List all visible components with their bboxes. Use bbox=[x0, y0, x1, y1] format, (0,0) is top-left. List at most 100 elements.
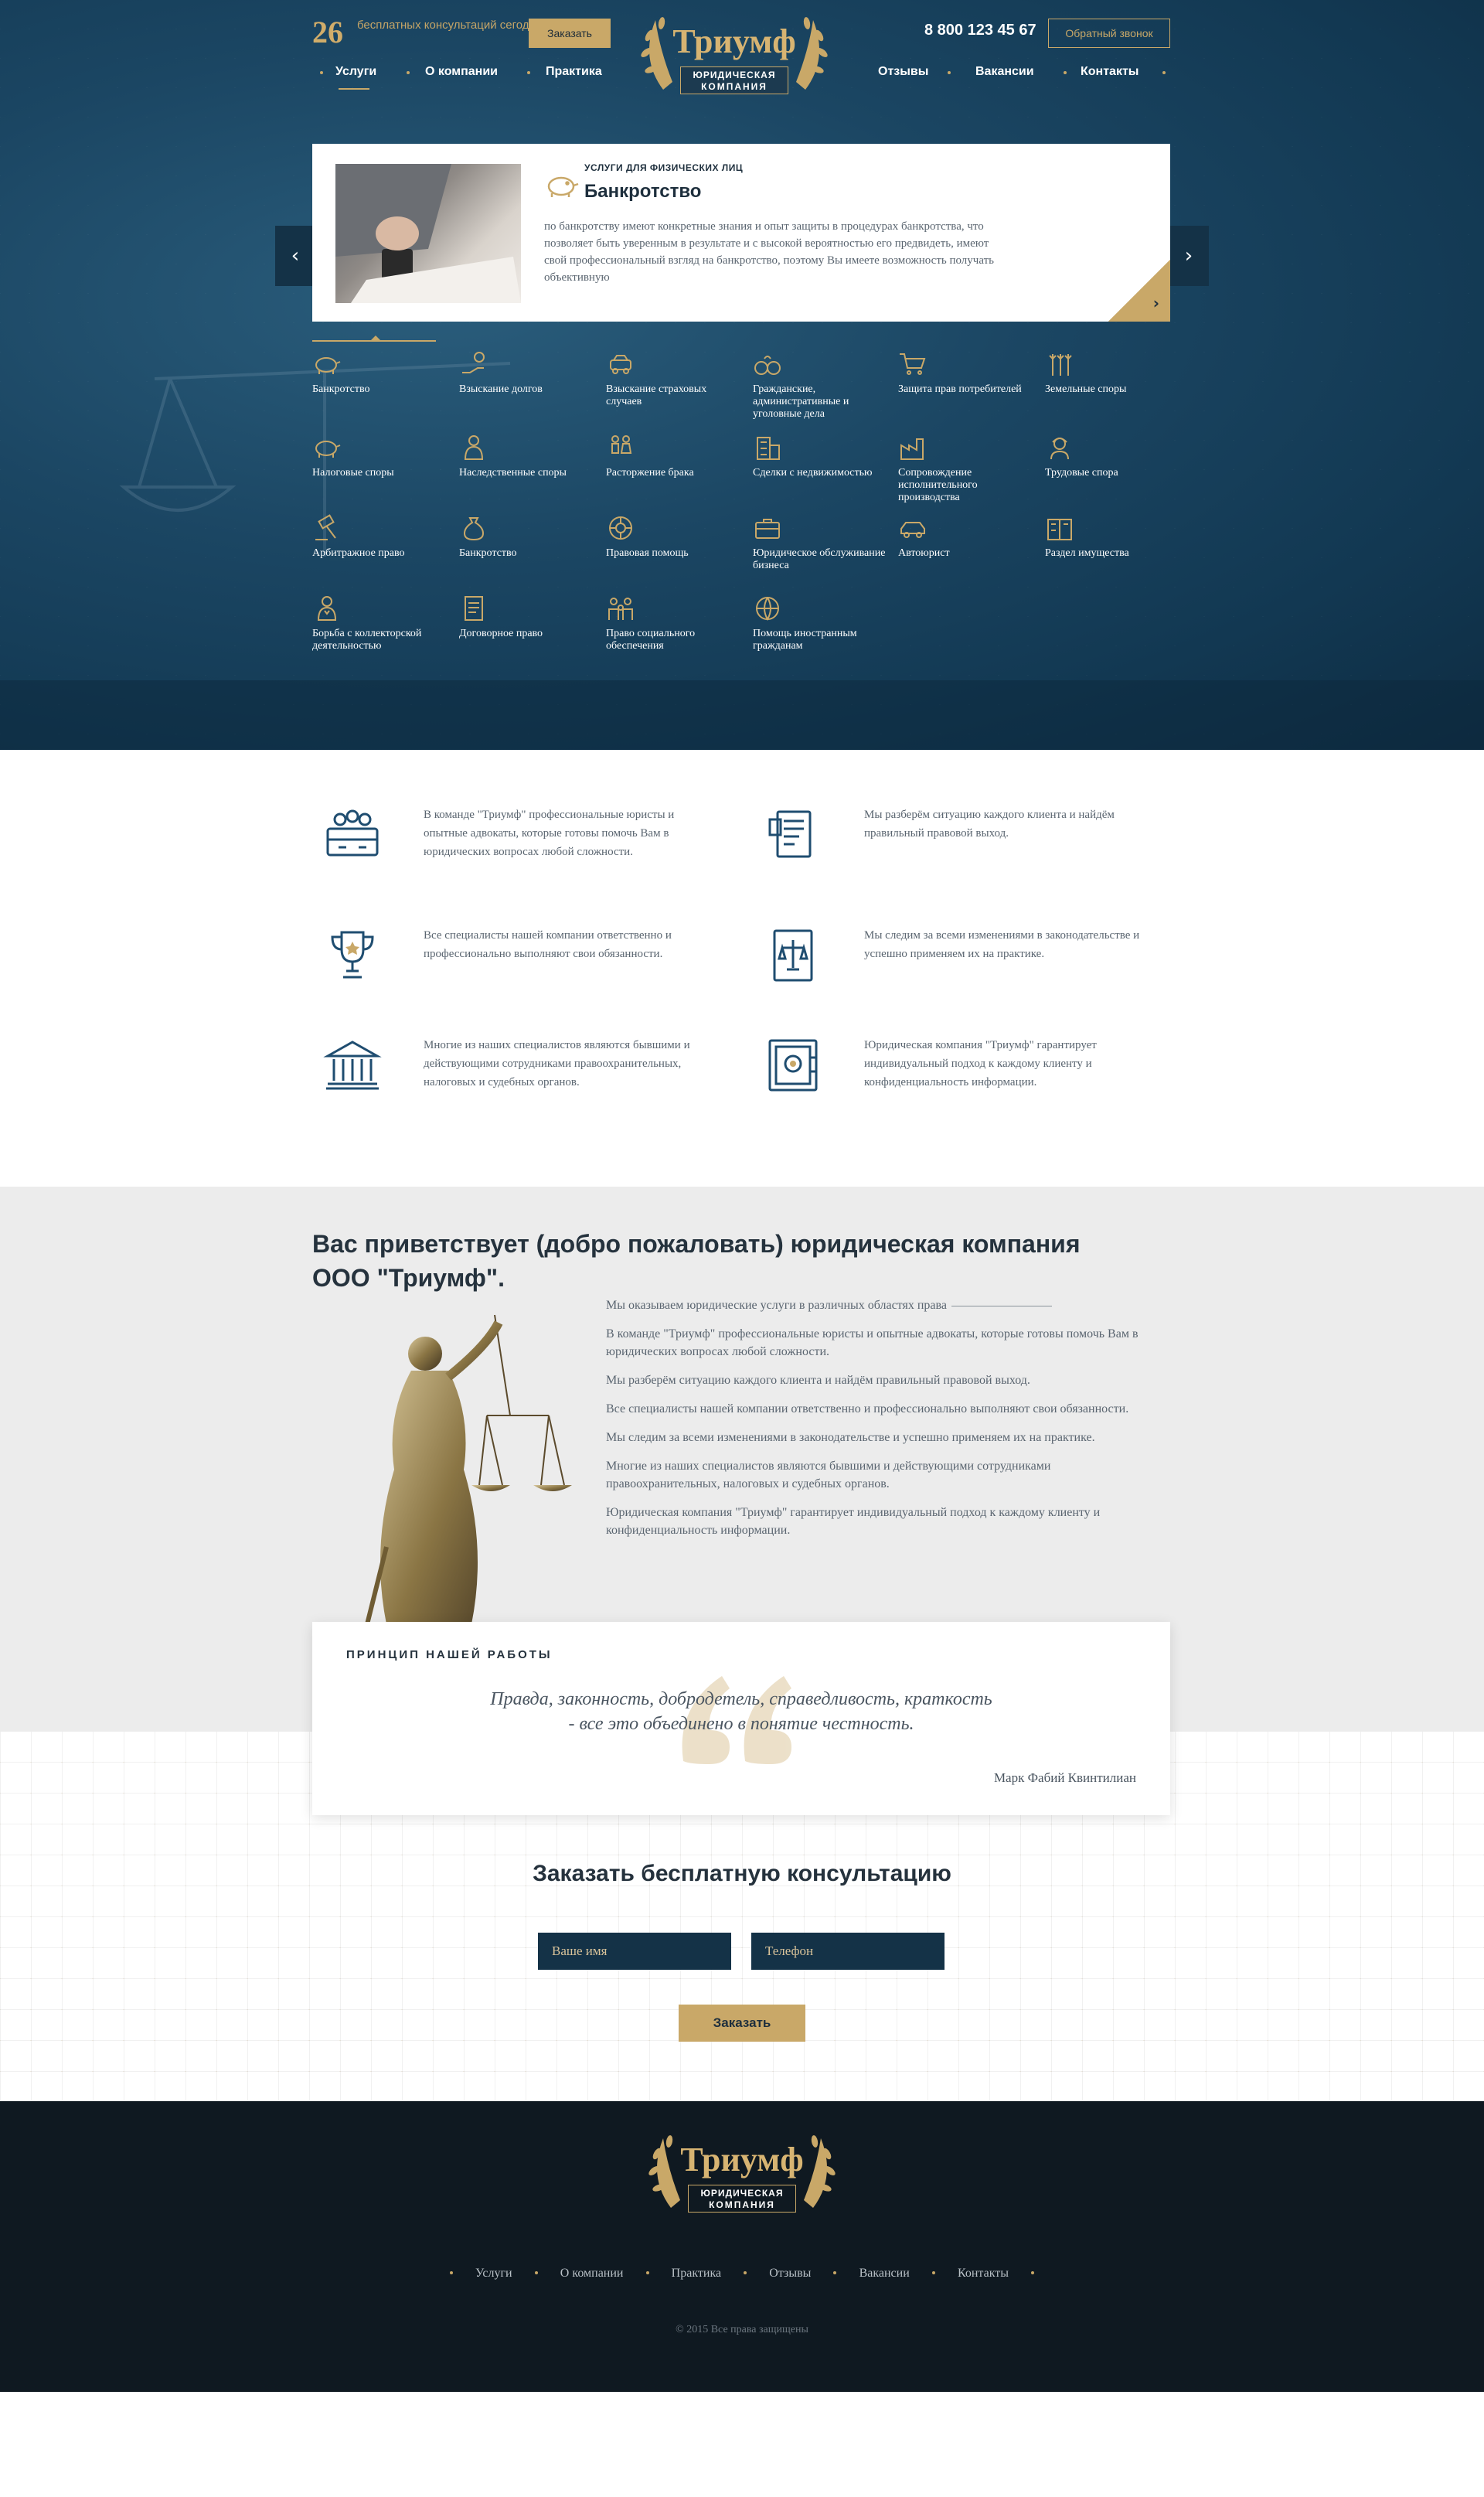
house-split-icon bbox=[1047, 519, 1072, 540]
feature-text: Юридическая компания "Триумф" гарантируе… bbox=[864, 1039, 1097, 1088]
consultations-counter-label: бесплатных консультаций сегодня bbox=[357, 19, 542, 32]
piggy-bank-icon bbox=[315, 357, 341, 374]
service-item[interactable]: Юридическое обслуживание бизнеса bbox=[753, 513, 888, 572]
piggy-bank-icon bbox=[315, 441, 341, 458]
service-label: Земельные споры bbox=[1045, 383, 1127, 395]
about-paragraph: Мы оказываем юридические услуги в различ… bbox=[606, 1296, 1162, 1314]
service-item[interactable]: Расторжение брака bbox=[606, 433, 741, 479]
service-label: Договорное право bbox=[459, 628, 543, 639]
service-item[interactable]: Право социального обеспечения bbox=[606, 594, 741, 652]
briefcase-icon bbox=[755, 519, 780, 539]
footer-nav-item-practice[interactable]: Практика bbox=[672, 2267, 721, 2281]
consultations-counter: 26 bbox=[312, 15, 343, 49]
about-paragraph: Юридическая компания "Триумф" гарантируе… bbox=[606, 1506, 1101, 1537]
handcuffs-icon bbox=[754, 356, 781, 375]
service-item[interactable]: Трудовые спора bbox=[1045, 433, 1180, 479]
nav-separator bbox=[1064, 71, 1067, 74]
service-item[interactable]: Защита прав потребителей bbox=[898, 349, 1033, 396]
submit-button[interactable]: Заказать bbox=[679, 2005, 805, 2042]
gavel-icon bbox=[315, 514, 336, 540]
footer-logo-subtitle-1: юридическая bbox=[700, 2188, 784, 2199]
service-item[interactable]: Помощь иностранным гражданам bbox=[753, 594, 888, 652]
lifebuoy-icon bbox=[609, 516, 632, 540]
service-label: Расторжение брака bbox=[606, 467, 694, 479]
service-label: Правовая помощь bbox=[606, 547, 689, 559]
service-label: Банкротство bbox=[312, 383, 370, 395]
footer-nav-item-vacancies[interactable]: Вакансии bbox=[859, 2267, 910, 2281]
about-title: Вас приветствует (добро пожаловать) юрид… bbox=[312, 1230, 1081, 1292]
nav-item-services[interactable]: Услуги bbox=[335, 65, 376, 79]
money-bag-icon bbox=[463, 517, 485, 541]
service-item[interactable]: Налоговые споры bbox=[312, 433, 448, 479]
logo[interactable]: Триумф юридическая компания bbox=[632, 5, 836, 104]
slide-more-button[interactable]: › bbox=[1108, 260, 1170, 322]
order-button[interactable]: Заказать bbox=[529, 19, 611, 48]
service-label: Наследственные споры bbox=[459, 467, 567, 479]
service-label: Взыскание долгов bbox=[459, 383, 543, 395]
service-item[interactable]: Наследственные споры bbox=[459, 433, 594, 479]
quote-text: Правда, законность, добродетель, справед… bbox=[490, 1689, 992, 1734]
name-input[interactable] bbox=[538, 1933, 731, 1970]
service-item[interactable]: Взыскание долгов bbox=[459, 349, 594, 396]
service-item[interactable]: Раздел имущества bbox=[1045, 513, 1180, 560]
trophy-icon bbox=[331, 931, 374, 979]
slide-category: УСЛУГИ ДЛЯ ФИЗИЧЕСКИХ ЛИЦ bbox=[584, 162, 744, 173]
service-item[interactable]: Сопровождение исполнительного производст… bbox=[898, 433, 1033, 504]
footer-nav-separator bbox=[931, 2271, 935, 2274]
service-label: Трудовые спора bbox=[1045, 467, 1118, 479]
consultation-form-title: Заказать бесплатную консультацию bbox=[533, 1861, 951, 1886]
feature-text: Многие из наших специалистов являются бы… bbox=[424, 1039, 690, 1088]
factory-icon bbox=[900, 438, 924, 460]
nav-item-reviews[interactable]: Отзывы bbox=[878, 65, 928, 79]
courthouse-icon bbox=[323, 1041, 382, 1090]
service-item[interactable]: Взыскание страховых случаев bbox=[606, 349, 741, 408]
car-crash-icon bbox=[610, 355, 631, 374]
slider-next-button[interactable]: › bbox=[1169, 226, 1209, 286]
service-item[interactable]: Гражданские, административные и уголовны… bbox=[753, 349, 888, 421]
footer-nav-item-contacts[interactable]: Контакты bbox=[958, 2267, 1009, 2281]
nav-separator bbox=[1162, 71, 1166, 74]
nav-separator bbox=[948, 71, 951, 74]
about-paragraph: Мы следим за всеми изменениями в законод… bbox=[606, 1431, 1095, 1444]
footer-nav: Услуги О компании Практика Отзывы Ваканс… bbox=[0, 2265, 1484, 2281]
service-item[interactable]: Банкротство bbox=[459, 513, 594, 560]
phone-input[interactable] bbox=[751, 1933, 945, 1970]
hero-bottom-shade bbox=[0, 680, 1484, 750]
nav-separator bbox=[320, 71, 323, 74]
nav-separator bbox=[527, 71, 530, 74]
footer-nav-item-reviews[interactable]: Отзывы bbox=[769, 2267, 811, 2281]
footer-logo[interactable]: Триумф юридическая компания bbox=[640, 2123, 844, 2222]
slider-prev-button[interactable]: ‹ bbox=[275, 226, 315, 286]
callback-button[interactable]: Обратный звонок bbox=[1048, 19, 1170, 48]
service-item[interactable]: Автоюрист bbox=[898, 513, 1033, 560]
feature-text: Мы разберём ситуацию каждого клиента и н… bbox=[864, 809, 1115, 840]
hand-coin-icon bbox=[462, 352, 485, 373]
service-item[interactable]: Сделки с недвижимостью bbox=[753, 433, 888, 479]
service-label: Помощь иностранным гражданам bbox=[753, 628, 857, 652]
footer-nav-separator bbox=[744, 2271, 747, 2274]
services-active-indicator bbox=[312, 340, 436, 342]
contract-icon bbox=[465, 596, 483, 621]
service-item[interactable]: Земельные споры bbox=[1045, 349, 1180, 396]
quote-heading: ПРИНЦИП НАШЕЙ РАБОТЫ bbox=[346, 1648, 553, 1661]
footer-nav-item-services[interactable]: Услуги bbox=[475, 2267, 512, 2281]
footer-nav-item-about[interactable]: О компании bbox=[560, 2267, 624, 2281]
phone-number[interactable]: 8 800 123 45 67 bbox=[924, 22, 1036, 39]
nav-item-practice[interactable]: Практика bbox=[546, 65, 602, 79]
service-label: Юридическое обслуживание бизнеса bbox=[753, 547, 886, 571]
nav-active-indicator bbox=[339, 88, 369, 90]
service-item[interactable]: Арбитражное право bbox=[312, 513, 448, 560]
top-bar: 26 бесплатных консультаций сегодня Заказ… bbox=[312, 11, 1170, 94]
about-text: Мы оказываем юридические услуги в различ… bbox=[606, 1296, 1162, 1550]
service-item[interactable]: Банкротство bbox=[312, 349, 448, 396]
family-icon bbox=[608, 598, 633, 620]
nav-item-vacancies[interactable]: Вакансии bbox=[975, 65, 1034, 79]
service-item[interactable]: Борьба с коллекторской деятельностью bbox=[312, 594, 448, 652]
hero-section: 26 бесплатных консультаций сегодня Заказ… bbox=[0, 0, 1484, 750]
nav-item-contacts[interactable]: Контакты bbox=[1081, 65, 1139, 79]
service-slide[interactable]: УСЛУГИ ДЛЯ ФИЗИЧЕСКИХ ЛИЦ Банкротство по… bbox=[312, 144, 1170, 322]
service-item[interactable]: Правовая помощь bbox=[606, 513, 741, 560]
service-item[interactable]: Договорное право bbox=[459, 594, 594, 640]
about-paragraph: В команде "Триумф" профессиональные юрис… bbox=[606, 1327, 1139, 1358]
nav-item-about[interactable]: О компании bbox=[425, 65, 498, 79]
